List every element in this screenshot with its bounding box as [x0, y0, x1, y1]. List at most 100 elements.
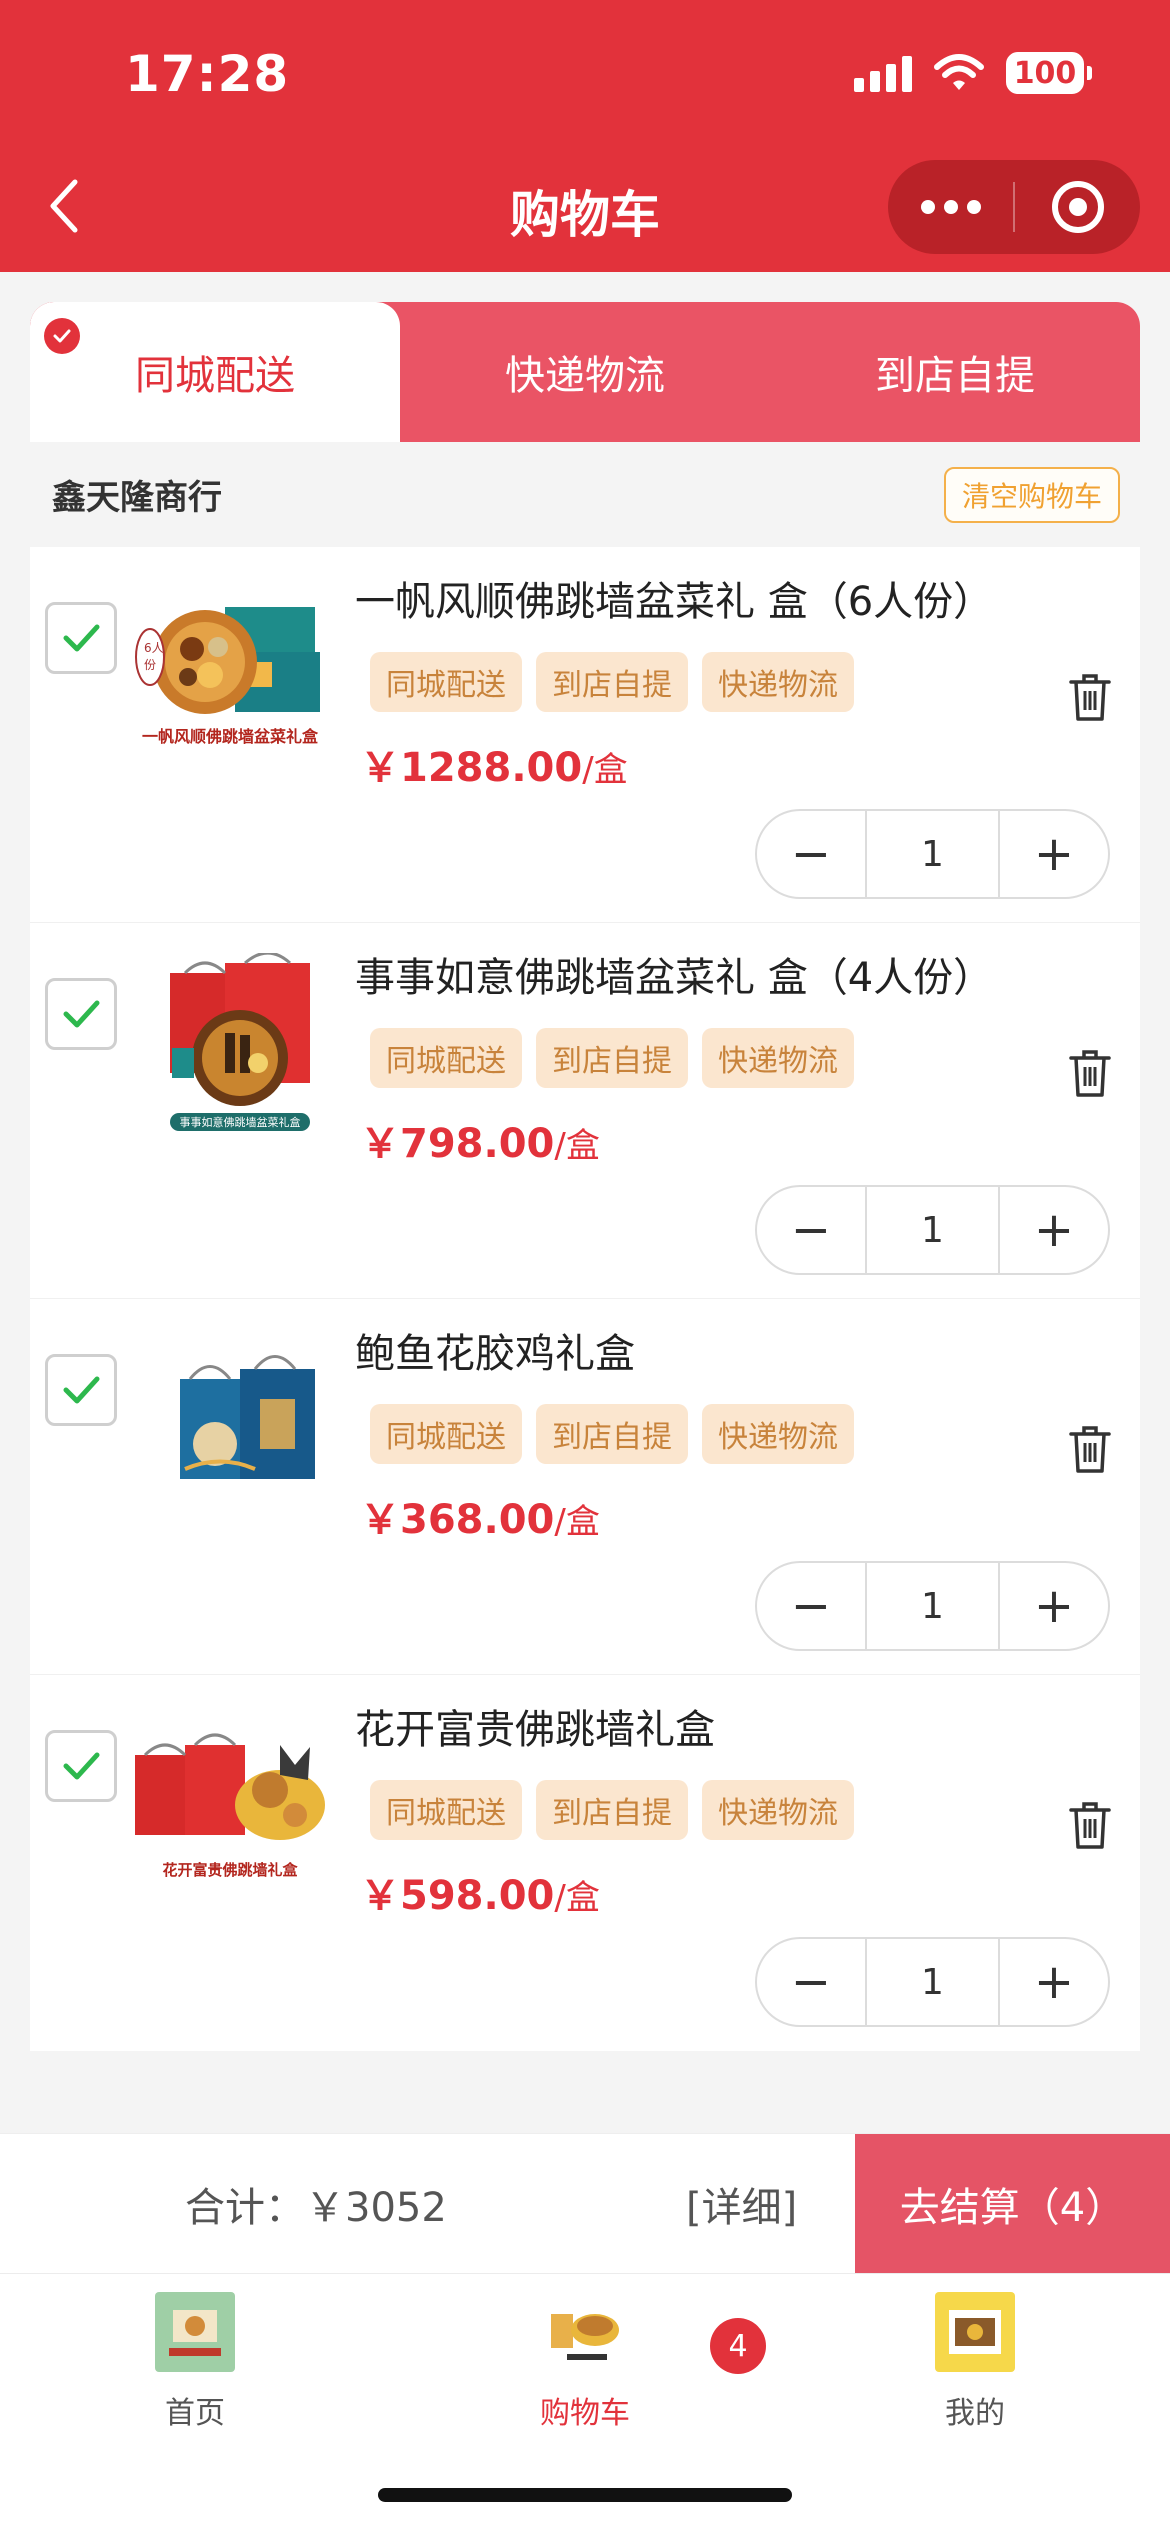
tag-city-delivery: 同城配送	[370, 1404, 522, 1464]
increase-button[interactable]: +	[1000, 1939, 1108, 2025]
product-image[interactable]: 花开富贵佛跳墙礼盒	[130, 1705, 330, 1905]
quantity-value[interactable]: 1	[865, 1563, 1000, 1649]
tab-city-delivery[interactable]: 同城配送	[30, 302, 400, 442]
tabbar-item-profile[interactable]: 我的	[885, 2292, 1065, 2432]
more-icon[interactable]	[888, 200, 1013, 214]
miniprogram-capsule	[888, 160, 1140, 254]
wifi-icon	[934, 54, 984, 90]
store-row: 鑫天隆商行 清空购物车	[30, 442, 1140, 547]
item-tags: 同城配送 到店自提 快递物流	[370, 1028, 854, 1088]
cart-icon	[545, 2292, 625, 2372]
checkmark-icon	[63, 624, 100, 652]
signal-icon	[854, 54, 912, 92]
increase-button[interactable]: +	[1000, 811, 1108, 897]
item-price: ￥368.00/盒	[360, 1497, 600, 1543]
tab-label: 快递物流	[505, 353, 665, 399]
status-time: 17:28	[125, 45, 290, 103]
increase-button[interactable]: +	[1000, 1563, 1108, 1649]
product-image[interactable]	[130, 1329, 330, 1529]
checkmark-icon	[63, 1376, 100, 1404]
svg-text:份: 份	[144, 658, 156, 672]
tag-pickup: 到店自提	[536, 1780, 688, 1840]
item-checkbox[interactable]	[45, 1730, 117, 1802]
tag-city-delivery: 同城配送	[370, 652, 522, 712]
quantity-value[interactable]: 1	[865, 1939, 1000, 2025]
cart-list: 6人 份 一帆风顺佛跳墙盆菜礼盒 一帆风顺佛跳墙盆菜礼 盒（6人份） 同城配送 …	[30, 547, 1140, 2051]
item-title[interactable]: 鲍鱼花胶鸡礼盒	[355, 1321, 635, 1379]
battery-level: 100	[1006, 52, 1084, 94]
profile-icon	[935, 2292, 1015, 2372]
trash-icon[interactable]	[1068, 1048, 1112, 1098]
item-tags: 同城配送 到店自提 快递物流	[370, 652, 854, 712]
header: 17:28 100 购物车	[0, 0, 1170, 272]
product-image-caption: 花开富贵佛跳墙礼盒	[162, 1861, 298, 1879]
tag-city-delivery: 同城配送	[370, 1028, 522, 1088]
decrease-button[interactable]: −	[757, 1939, 865, 2025]
detail-link[interactable]: [详细]	[686, 2175, 797, 2233]
check-circle-icon	[44, 318, 80, 354]
checkout-button[interactable]: 去结算（4）	[855, 2134, 1170, 2274]
decrease-button[interactable]: −	[757, 1563, 865, 1649]
quantity-stepper: − 1 +	[755, 1185, 1110, 1275]
cart-item: 事事如意佛跳墙盆菜礼盒 事事如意佛跳墙盆菜礼 盒（4人份） 同城配送 到店自提 …	[30, 923, 1140, 1299]
cart-item: 花开富贵佛跳墙礼盒 花开富贵佛跳墙礼盒 同城配送 到店自提 快递物流 ￥598.…	[30, 1675, 1140, 2051]
item-title[interactable]: 花开富贵佛跳墙礼盒	[355, 1697, 715, 1755]
product-image-caption: 一帆风顺佛跳墙盆菜礼盒	[142, 727, 319, 746]
trash-icon[interactable]	[1068, 672, 1112, 722]
trash-icon[interactable]	[1068, 1424, 1112, 1474]
tabbar-item-cart[interactable]: 购物车	[495, 2292, 675, 2432]
item-price: ￥1288.00/盒	[360, 745, 628, 791]
quantity-stepper: − 1 +	[755, 1561, 1110, 1651]
item-price: ￥598.00/盒	[360, 1873, 600, 1919]
item-title[interactable]: 一帆风顺佛跳墙盆菜礼 盒（6人份）	[355, 569, 993, 627]
quantity-value[interactable]: 1	[865, 811, 1000, 897]
tabbar-label: 购物车	[540, 2396, 630, 2431]
tabbar-label: 我的	[945, 2396, 1005, 2431]
cart-item: 6人 份 一帆风顺佛跳墙盆菜礼盒 一帆风顺佛跳墙盆菜礼 盒（6人份） 同城配送 …	[30, 547, 1140, 923]
quantity-value[interactable]: 1	[865, 1187, 1000, 1273]
tab-pickup[interactable]: 到店自提	[770, 302, 1140, 442]
tabbar-item-home[interactable]: 首页	[105, 2292, 285, 2432]
close-miniprogram-icon[interactable]	[1015, 181, 1140, 233]
increase-button[interactable]: +	[1000, 1187, 1108, 1273]
tab-label: 到店自提	[875, 353, 1035, 399]
tag-pickup: 到店自提	[536, 1028, 688, 1088]
tabbar-label: 首页	[165, 2396, 225, 2431]
tag-express: 快递物流	[702, 1028, 854, 1088]
cart-item: 鲍鱼花胶鸡礼盒 同城配送 到店自提 快递物流 ￥368.00/盒 − 1 +	[30, 1299, 1140, 1675]
item-checkbox[interactable]	[45, 1354, 117, 1426]
quantity-stepper: − 1 +	[755, 809, 1110, 899]
trash-icon[interactable]	[1068, 1800, 1112, 1850]
tag-express: 快递物流	[702, 1404, 854, 1464]
item-checkbox[interactable]	[45, 978, 117, 1050]
status-icons: 100	[854, 52, 1092, 94]
item-price: ￥798.00/盒	[360, 1121, 600, 1167]
cart-total: 合计：￥3052	[185, 2184, 447, 2231]
item-checkbox[interactable]	[45, 602, 117, 674]
battery-icon: 100	[1006, 52, 1092, 94]
item-title[interactable]: 事事如意佛跳墙盆菜礼 盒（4人份）	[355, 945, 993, 1003]
cart-count-badge: 4	[710, 2318, 766, 2374]
tab-express[interactable]: 快递物流	[400, 302, 770, 442]
checkmark-icon	[63, 1752, 100, 1780]
home-icon	[155, 2292, 235, 2372]
product-image[interactable]: 6人 份 一帆风顺佛跳墙盆菜礼盒	[130, 577, 330, 777]
checkout-bar: 合计：￥3052 [详细] 去结算（4）	[0, 2133, 1170, 2274]
item-tags: 同城配送 到店自提 快递物流	[370, 1780, 854, 1840]
store-name: 鑫天隆商行	[52, 478, 222, 518]
tag-city-delivery: 同城配送	[370, 1780, 522, 1840]
decrease-button[interactable]: −	[757, 1187, 865, 1273]
product-image-caption: 事事如意佛跳墙盆菜礼盒	[180, 1115, 301, 1129]
delivery-tabs: 同城配送 快递物流 到店自提	[30, 302, 1140, 442]
checkmark-icon	[63, 1000, 100, 1028]
svg-text:6人: 6人	[144, 641, 164, 655]
quantity-stepper: − 1 +	[755, 1937, 1110, 2027]
tag-pickup: 到店自提	[536, 652, 688, 712]
clear-cart-button[interactable]: 清空购物车	[943, 466, 1120, 523]
tag-express: 快递物流	[702, 652, 854, 712]
tag-express: 快递物流	[702, 1780, 854, 1840]
decrease-button[interactable]: −	[757, 811, 865, 897]
item-tags: 同城配送 到店自提 快递物流	[370, 1404, 854, 1464]
tag-pickup: 到店自提	[536, 1404, 688, 1464]
product-image[interactable]: 事事如意佛跳墙盆菜礼盒	[130, 953, 330, 1153]
